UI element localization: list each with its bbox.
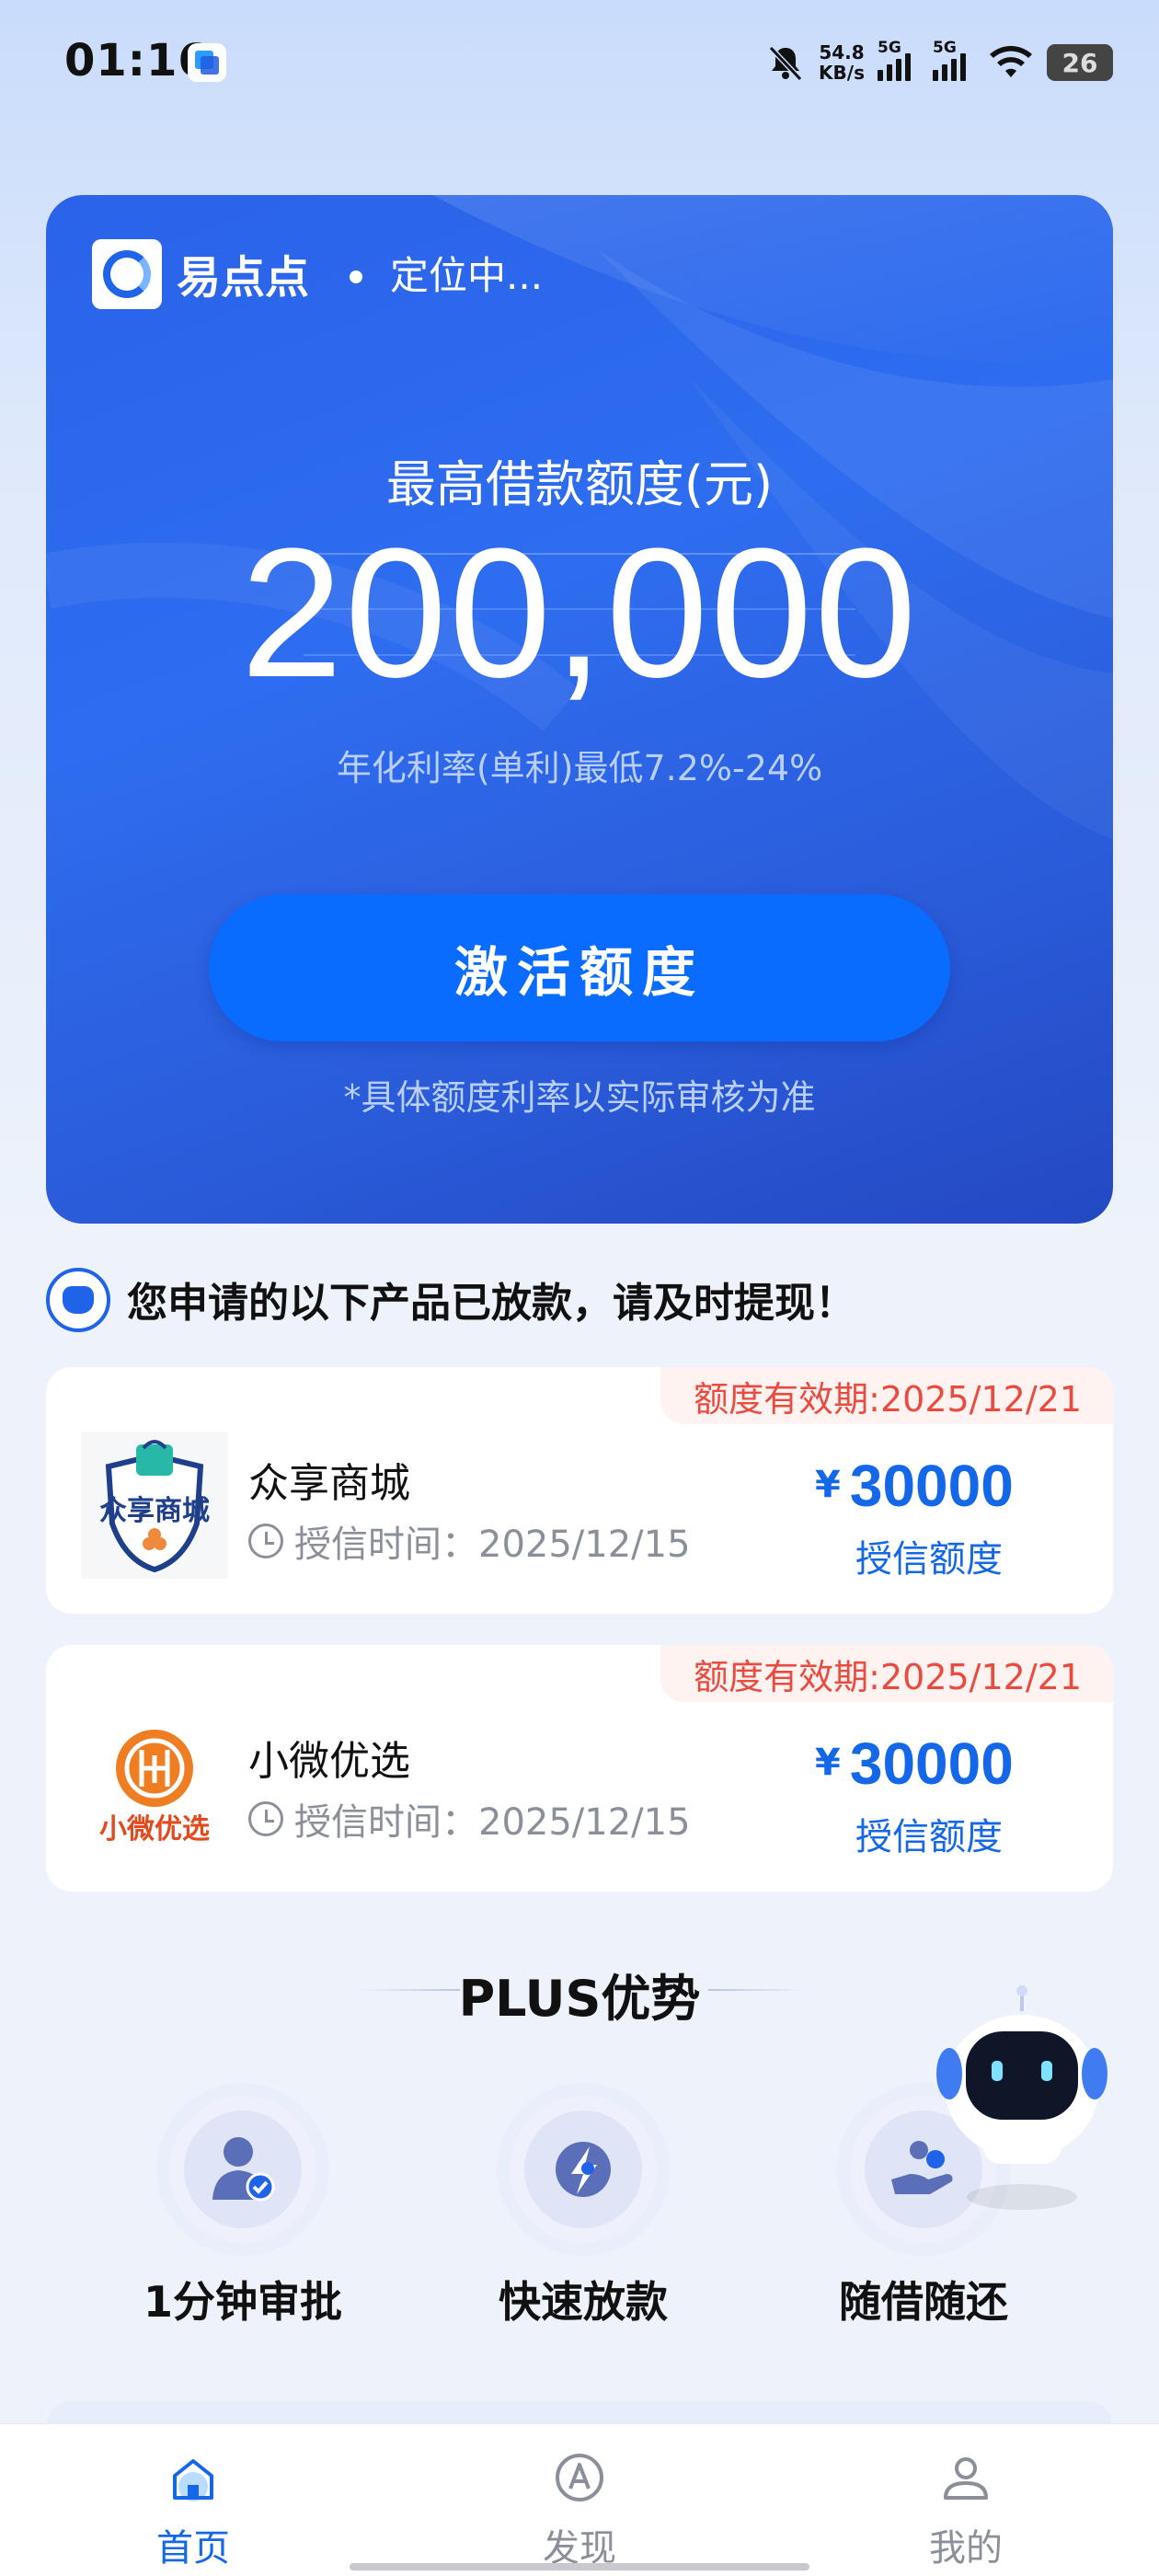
brand-logo: [92, 239, 162, 309]
tab-profile[interactable]: 我的: [874, 2450, 1058, 2571]
robot-assistant-icon[interactable]: [931, 1985, 1113, 2215]
validity-badge: 额度有效期:2025/12/21: [660, 1645, 1113, 1702]
max-amount-label: 最高借款额度(元): [385, 455, 774, 513]
signal-sim2-icon: 5G: [933, 39, 975, 81]
wifi-icon: [988, 44, 1034, 81]
sim1-label: 5G: [878, 39, 901, 57]
lightning-icon: [556, 2142, 611, 2197]
xiaowei-logo: 小微优选: [81, 1709, 228, 1857]
xiaowei-logo-text: 小微优选: [99, 1813, 210, 1846]
home-icon: [173, 2459, 213, 2501]
tab-profile-label: 我的: [929, 2527, 1003, 2570]
feature-approval: [169, 2096, 316, 2243]
credit-amount-value: 30000: [849, 1731, 1014, 1797]
credit-time-row: 授信时间：2025/12/15: [248, 1792, 691, 1846]
home-indicator[interactable]: [350, 2563, 809, 2570]
credit-amount-value: 30000: [849, 1453, 1014, 1519]
battery-icon: 26: [1047, 44, 1113, 81]
credit-time: 授信时间：2025/12/15: [294, 1524, 691, 1566]
interest-rate-text: 年化利率(单利)最低7.2%-24%: [336, 748, 823, 788]
credit-hero-card: 易点点 定位中... 最高借款额度(元) 200,000 年化利率(单利)最低7…: [46, 195, 1113, 1224]
user-check-icon: [212, 2137, 275, 2202]
product-name: 众享商城: [248, 1460, 410, 1507]
validity-badge: 额度有效期:2025/12/21: [660, 1367, 1113, 1424]
feature-flexible-label: 随借随还: [839, 2277, 1008, 2327]
disclaimer-note: *具体额度利率以实际审核为准: [343, 1077, 816, 1118]
brand-name: 易点点: [177, 252, 310, 304]
max-amount-value: 200,000: [240, 511, 919, 716]
zhongxiang-logo: 众享商城: [81, 1432, 228, 1579]
bottom-tab-bar: 首页 发现 我的: [0, 2423, 1159, 2576]
tab-discover[interactable]: 发现: [488, 2450, 671, 2571]
status-bar: 01:16 54.8 KB/s 5G 5G 26: [0, 0, 1159, 129]
location-status[interactable]: 定位中...: [390, 245, 543, 301]
profile-icon: [944, 2457, 988, 2500]
mute-bell-icon: [765, 42, 806, 83]
tab-home[interactable]: 首页: [101, 2450, 285, 2571]
compass-icon: [556, 2454, 603, 2501]
credit-time: 授信时间：2025/12/15: [294, 1801, 691, 1844]
activate-credit-button[interactable]: 激活额度: [209, 894, 950, 1041]
loan-notice-text: 您申请的以下产品已放款，请及时提现！: [127, 1280, 855, 1327]
credit-amount: ¥30000: [815, 1452, 1091, 1520]
network-speed: 54.8 KB/s: [819, 42, 865, 83]
clock-icon: [248, 1801, 283, 1836]
product-name: 小微优选: [248, 1738, 410, 1785]
clock-icon: [248, 1524, 283, 1558]
sim2-label: 5G: [933, 39, 957, 57]
feature-fast-loan: [510, 2096, 657, 2243]
product-card-zhongxiang[interactable]: 额度有效期:2025/12/21 众享商城 众享商城 授信时间：2025/12/…: [46, 1367, 1113, 1614]
feature-approval-label: 1分钟审批: [143, 2277, 342, 2327]
feature-fast-loan-label: 快速放款: [499, 2277, 668, 2327]
credit-time-row: 授信时间：2025/12/15: [248, 1514, 691, 1568]
money-bag-icon: [46, 1268, 110, 1332]
title-divider-right: [708, 1989, 809, 1991]
tab-home-label: 首页: [156, 2527, 230, 2570]
app-notification-icon: [188, 43, 226, 82]
currency-symbol: ¥: [815, 1464, 841, 1506]
zhongxiang-logo-text: 众享商城: [99, 1495, 210, 1527]
network-speed-value: 54.8: [819, 41, 865, 63]
credit-amount-label: 授信额度: [855, 1816, 1003, 1858]
network-speed-unit: KB/s: [819, 62, 865, 84]
status-indicators: 54.8 KB/s 5G 5G 26: [765, 35, 1113, 90]
signal-sim1-icon: 5G: [878, 39, 920, 81]
separator-dot: [350, 270, 362, 283]
product-card-xiaowei[interactable]: 额度有效期:2025/12/21 小微优选 小微优选 授信时间：2025/12/…: [46, 1645, 1113, 1892]
currency-symbol: ¥: [815, 1742, 841, 1784]
credit-amount-label: 授信额度: [855, 1538, 1003, 1581]
credit-amount: ¥30000: [815, 1730, 1091, 1798]
